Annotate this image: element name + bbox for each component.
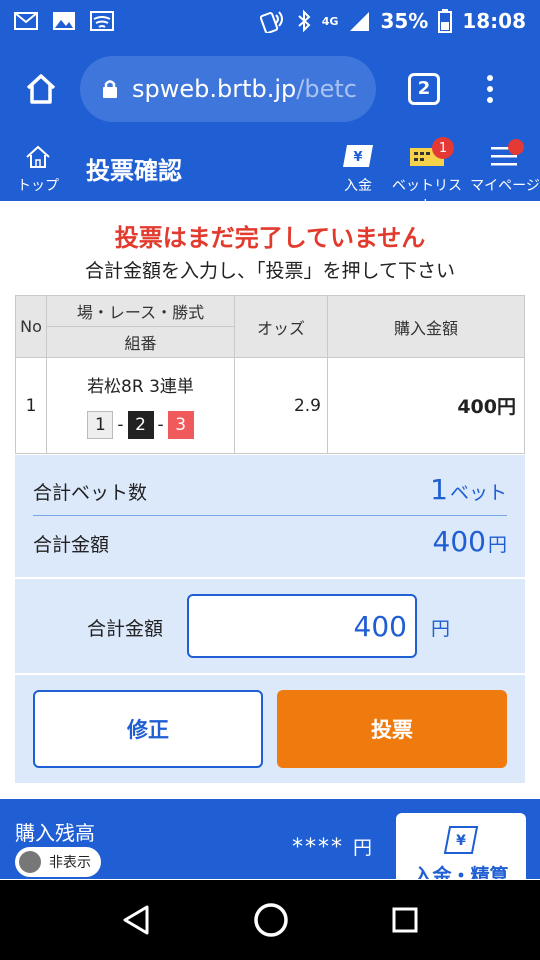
betlist-label: ベットリスト [392,178,462,214]
yen-ticket-icon: ¥ [343,145,373,167]
bluetooth-icon [298,9,311,33]
home-circle-icon[interactable] [253,902,289,938]
total-label: 合計金額 [33,534,110,556]
yen-ticket-icon: ¥ [443,826,479,854]
summary-panel: 合計ベット数 1 ベット 合計金額 400 円 [15,455,525,577]
betlist-link[interactable]: 1 ベットリスト [390,137,464,215]
deposit-settle-label: 入金・精算 [413,865,509,879]
incomplete-warning: 投票はまだ完了していません [114,224,426,252]
balance-label: 購入残高 [15,821,95,845]
boat-number-2: 2 [127,411,154,439]
bet-count-label: 合計ベット数 [33,482,148,504]
home-icon [26,73,56,104]
balance-value: **** 円 [292,833,374,860]
balance-unit: 円 [353,837,375,859]
total-unit: 円 [487,534,507,556]
instruction-text: 合計金額を入力し、「投票」を押して下さい [85,260,455,282]
deposit-label: 入金 [344,178,372,194]
header-combo: 組番 [46,326,235,358]
purchase-amount: 400円 [327,357,525,454]
bet-count-row: 合計ベット数 1 ベット [33,473,507,506]
clock: 18:08 [462,9,526,33]
browser-home-button[interactable] [18,66,64,112]
total-value: 400 [432,525,486,558]
deposit-settle-button[interactable]: ¥ 入金・精算 [396,813,526,879]
amount-input-panel: 合計金額 円 [15,579,525,673]
boat-number-1: 1 [87,411,114,439]
battery-icon [438,9,453,33]
notification-dot [508,139,524,155]
fix-button[interactable]: 修正 [33,690,263,768]
betlist-badge: 1 [432,137,454,159]
mypage-link[interactable]: マイページ [470,139,540,195]
row-no: 1 [15,357,47,454]
page-title: 投票確認 [86,157,182,185]
home-outline-icon [26,145,50,168]
lock-icon [103,79,117,98]
battery-percent: 35% [380,9,429,33]
mypage-label: マイページ [470,178,540,194]
combo-separator: - [117,415,124,435]
hide-balance-toggle[interactable]: 非表示 [15,847,101,877]
header-race: 場・レース・勝式 [46,295,235,327]
app-header: トップ 投票確認 ¥ 入金 1 ベットリスト マイページ [0,135,540,214]
network-type: 4G [321,14,339,28]
top-link-label: トップ [17,178,59,194]
url-path: /betc [296,74,357,103]
race-name: 若松8R 3連単 [87,377,194,397]
svg-text:¥: ¥ [456,833,466,849]
cast-icon [90,11,114,31]
table-row: 1 若松8R 3連単 1 - 2 - 3 2.9 400円 [15,357,525,454]
toggle-label: 非表示 [49,855,91,871]
header-odds: オッズ [234,295,328,358]
system-nav-bar [0,880,540,960]
signal-icon [350,12,370,31]
deposit-link[interactable]: ¥ 入金 [336,143,380,195]
svg-text:¥: ¥ [353,150,362,165]
balance-bar: 購入残高 非表示 **** 円 ¥ 入金・精算 [0,799,540,879]
url-domain: spweb.brtb.jp [132,74,297,103]
race-cell: 若松8R 3連単 1 - 2 - 3 [46,357,235,454]
boat-number-3: 3 [167,411,194,439]
browser-toolbar: spweb.brtb.jp/betc 2 [0,42,540,135]
total-row: 合計金額 400 円 [33,525,507,558]
amount-unit: 円 [431,618,451,640]
mail-icon [14,12,38,30]
tab-switcher-button[interactable]: 2 [408,72,440,105]
combination: 1 - 2 - 3 [47,411,234,439]
gallery-icon [53,12,75,30]
vote-button[interactable]: 投票 [277,690,507,768]
bet-table: No 場・レース・勝式 オッズ 購入金額 組番 1 若松8R 3連単 1 - 2… [15,295,525,454]
bet-count-unit: ベット [449,482,507,504]
odds-value: 2.9 [234,357,328,454]
combo-separator: - [157,415,164,435]
balance-masked: **** [292,835,344,860]
toggle-knob [19,851,41,873]
amount-label: 合計金額 [87,618,164,640]
header-amount: 購入金額 [327,295,525,358]
browser-menu-button[interactable] [480,74,500,103]
summary-divider [33,515,507,516]
recents-icon[interactable] [391,906,419,934]
address-bar[interactable]: spweb.brtb.jp/betc [80,55,376,122]
table-header-row: No 場・レース・勝式 オッズ 購入金額 [15,295,525,358]
top-link[interactable]: トップ [16,145,60,195]
status-bar: 4G 35% 18:08 [0,0,540,42]
back-icon[interactable] [121,904,151,936]
header-no: No [15,295,47,358]
total-amount-input[interactable] [187,594,417,658]
nfc-icon [259,11,283,33]
bet-count-value: 1 [430,473,448,506]
action-panel: 修正 投票 [15,675,525,783]
